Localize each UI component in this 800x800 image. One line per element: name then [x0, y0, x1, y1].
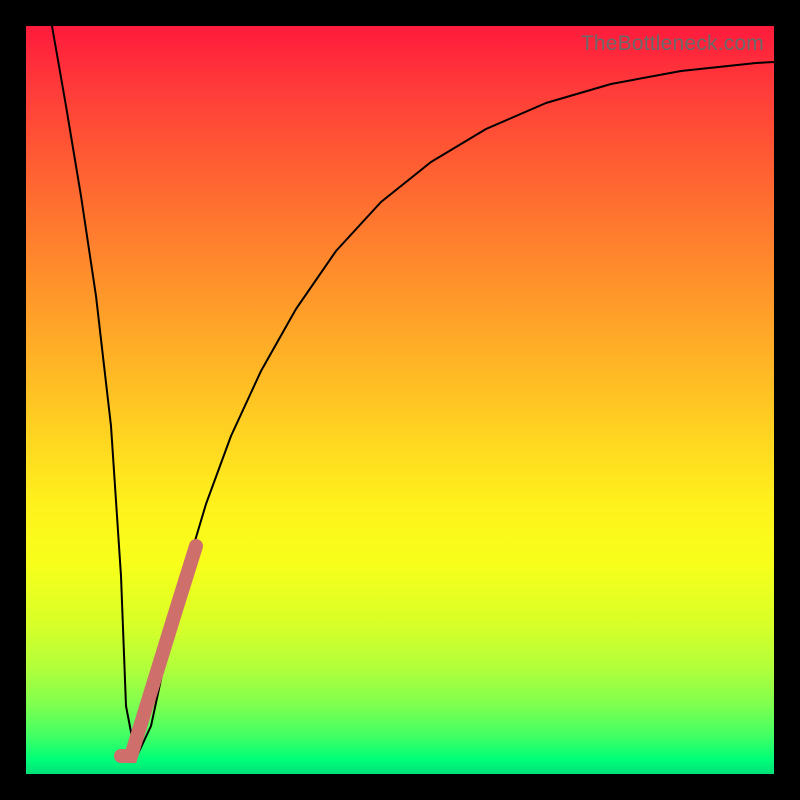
chart-svg: [26, 26, 774, 774]
highlighted-range-marker: [121, 546, 196, 756]
chart-plot-area: TheBottleneck.com: [26, 26, 774, 774]
